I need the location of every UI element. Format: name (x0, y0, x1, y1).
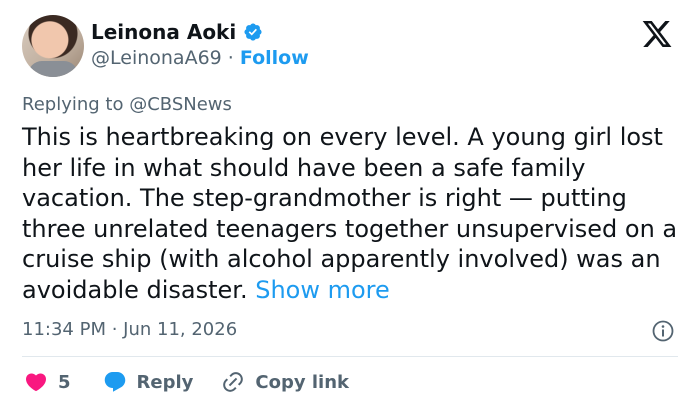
divider (22, 356, 678, 357)
copy-link-label: Copy link (255, 371, 349, 393)
tweet-body: This is heartbreaking on every level. A … (22, 122, 687, 305)
like-button[interactable]: 5 (24, 370, 103, 394)
replying-mention[interactable]: @CBSNews (129, 94, 232, 115)
avatar-shirt (28, 61, 78, 77)
verified-badge-icon (244, 23, 262, 41)
copy-link-button[interactable]: Copy link (221, 370, 349, 394)
follow-button[interactable]: Follow (240, 47, 309, 69)
like-count: 5 (58, 371, 71, 393)
avatar[interactable] (22, 15, 84, 77)
replying-to: Replying to @CBSNews (22, 94, 232, 115)
heart-icon (25, 373, 47, 392)
reply-bubble-icon (104, 372, 125, 392)
author-name-row: Leinona Aoki (91, 20, 263, 44)
author-handle-row: @LeinonaA69 · Follow (91, 47, 309, 69)
reply-label: Reply (136, 371, 194, 393)
tweet-timestamp[interactable]: 11:34 PM · Jun 11, 2026 (22, 319, 237, 340)
x-logo-icon[interactable] (640, 18, 674, 50)
author-handle[interactable]: @LeinonaA69 (91, 47, 222, 69)
author-name[interactable]: Leinona Aoki (91, 20, 236, 44)
reply-button[interactable]: Reply (103, 370, 194, 394)
handle-separator: · (227, 47, 234, 69)
show-more-link[interactable]: Show more (255, 276, 390, 304)
tweet-actions: 5 Reply Copy link (24, 370, 349, 394)
link-icon (223, 372, 244, 392)
info-icon[interactable] (651, 319, 675, 343)
replying-prefix: Replying to (22, 94, 124, 115)
